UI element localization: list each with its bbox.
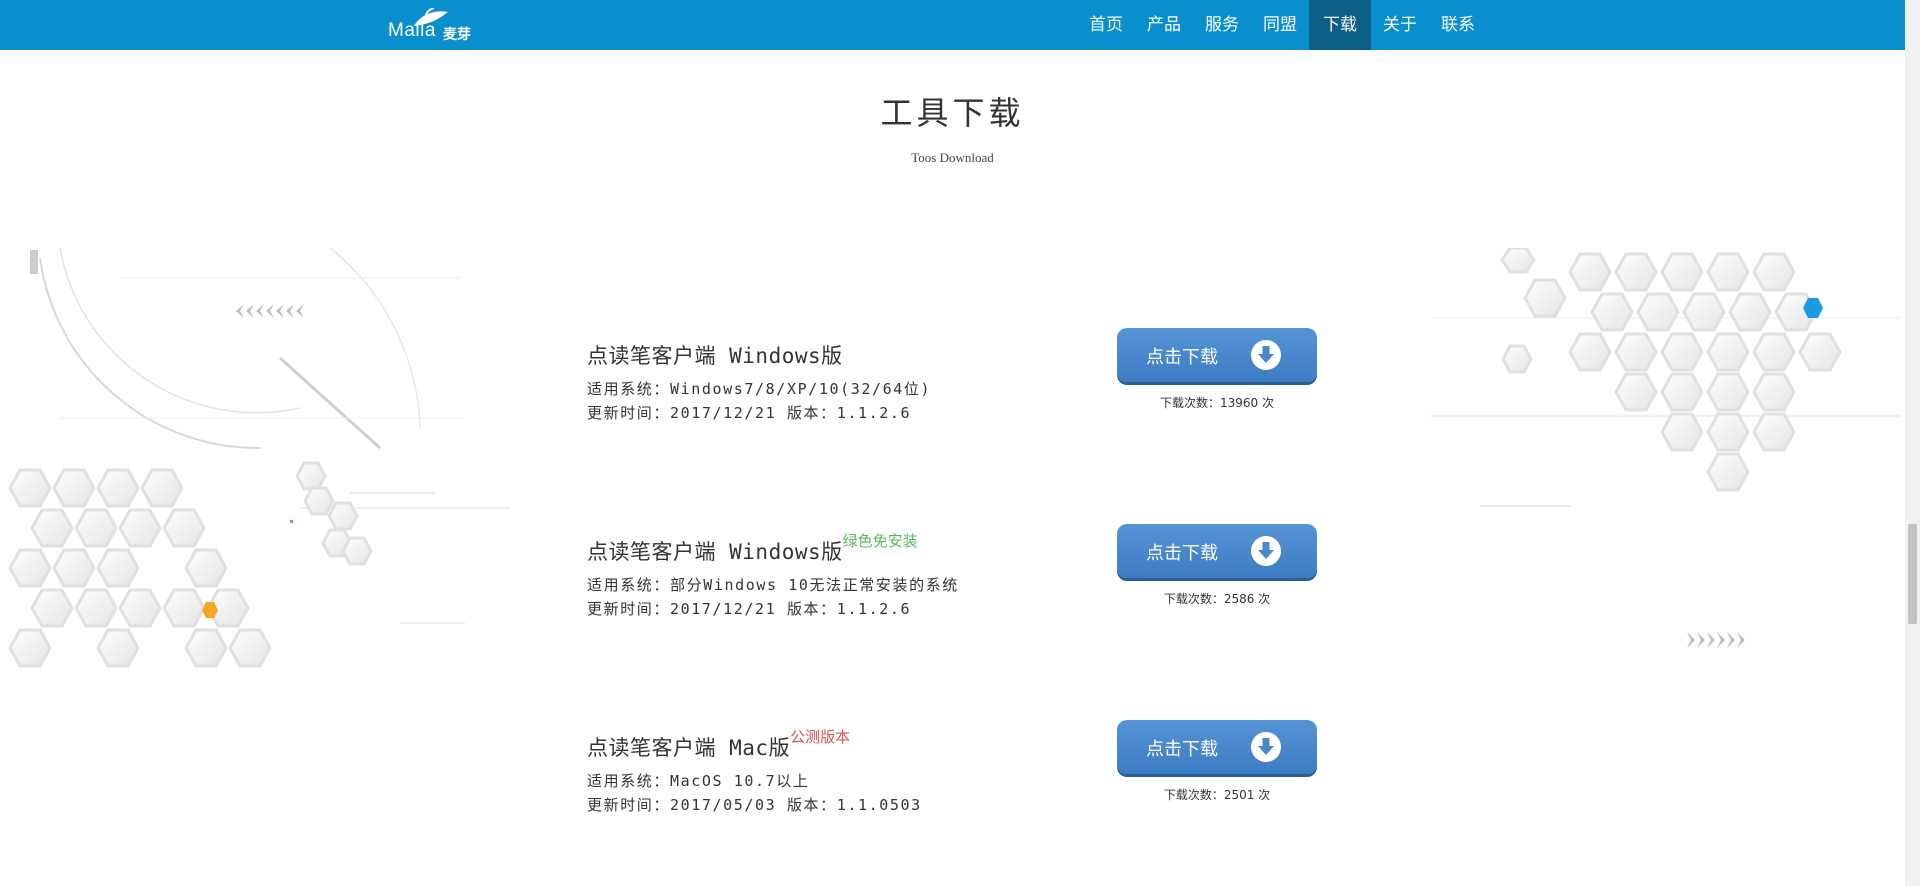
download-count: 下载次数：13960 次 <box>1160 396 1274 410</box>
right-hexagon-decoration <box>1430 248 1900 648</box>
main-nav: 首页 产品 服务 同盟 下载 关于 联系 <box>1077 0 1487 50</box>
download-circle-icon <box>1251 732 1281 762</box>
row-title: 点读笔客户端 Windows版绿色免安装 <box>587 532 918 566</box>
row-update-text: 更新时间：2017/05/03 版本：1.1.0503 <box>587 796 922 814</box>
logo-text: Maila <box>388 20 436 41</box>
download-row-mac: 点读笔客户端 Mac版公测版本 适用系统：MacOS 10.7以上 更新时间：2… <box>587 720 1327 842</box>
row-title-text: 点读笔客户端 Windows版 <box>587 540 843 564</box>
top-navbar: Maila 麦芽 首页 产品 服务 同盟 下载 关于 联系 <box>0 0 1905 50</box>
nav-item-contact[interactable]: 联系 <box>1429 0 1487 50</box>
row-system-text: 适用系统：MacOS 10.7以上 <box>587 772 810 790</box>
page-scrollbar[interactable] <box>1905 0 1920 886</box>
download-row-windows: 点读笔客户端 Windows版 适用系统：Windows7/8/XP/10(32… <box>587 328 1327 450</box>
download-button-label: 点击下载 <box>1146 347 1218 368</box>
row-title: 点读笔客户端 Mac版公测版本 <box>587 728 850 762</box>
download-circle-icon <box>1251 536 1281 566</box>
beta-tag: 公测版本 <box>790 728 851 746</box>
row-system-text: 适用系统：部分Windows 10无法正常安装的系统 <box>587 576 959 594</box>
portable-tag: 绿色免安装 <box>842 532 918 550</box>
left-hexagon-decoration <box>8 248 510 668</box>
nav-item-download[interactable]: 下载 <box>1309 0 1371 50</box>
page-subtitle: Toos Download <box>911 150 994 165</box>
nav-item-products[interactable]: 产品 <box>1135 0 1193 50</box>
row-system-text: 适用系统：Windows7/8/XP/10(32/64位) <box>587 380 932 398</box>
row-title: 点读笔客户端 Windows版 <box>587 340 843 370</box>
chevrons-right-icon <box>1687 632 1745 648</box>
download-button[interactable]: 点击下载 <box>1117 524 1317 578</box>
page-title: 工具下载 <box>880 94 1025 132</box>
download-count: 下载次数：2586 次 <box>1163 592 1271 606</box>
row-title-text: 点读笔客户端 Windows版 <box>587 344 843 368</box>
chevrons-left-icon <box>236 304 304 318</box>
download-row-windows-portable: 点读笔客户端 Windows版绿色免安装 适用系统：部分Windows 10无法… <box>587 524 1327 646</box>
scrollbar-thumb[interactable] <box>1908 524 1917 624</box>
download-button-label: 点击下载 <box>1146 739 1218 760</box>
download-circle-icon <box>1251 340 1281 370</box>
page: Maila 麦芽 首页 产品 服务 同盟 下载 关于 联系 工具下载 Toos … <box>0 0 1920 886</box>
nav-item-alliance[interactable]: 同盟 <box>1251 0 1309 50</box>
row-title-text: 点读笔客户端 Mac版 <box>587 736 791 760</box>
download-button[interactable]: 点击下载 <box>1117 720 1317 774</box>
nav-item-home[interactable]: 首页 <box>1077 0 1135 50</box>
download-button-label: 点击下载 <box>1146 543 1218 564</box>
logo-cn-text: 麦芽 <box>443 27 471 43</box>
download-button[interactable]: 点击下载 <box>1117 328 1317 382</box>
row-update-text: 更新时间：2017/12/21 版本：1.1.2.6 <box>587 404 912 422</box>
download-count: 下载次数：2501 次 <box>1163 788 1271 802</box>
nav-item-about[interactable]: 关于 <box>1371 0 1429 50</box>
brand-logo[interactable]: Maila 麦芽 <box>386 6 486 44</box>
nav-item-services[interactable]: 服务 <box>1193 0 1251 50</box>
row-update-text: 更新时间：2017/12/21 版本：1.1.2.6 <box>587 600 912 618</box>
